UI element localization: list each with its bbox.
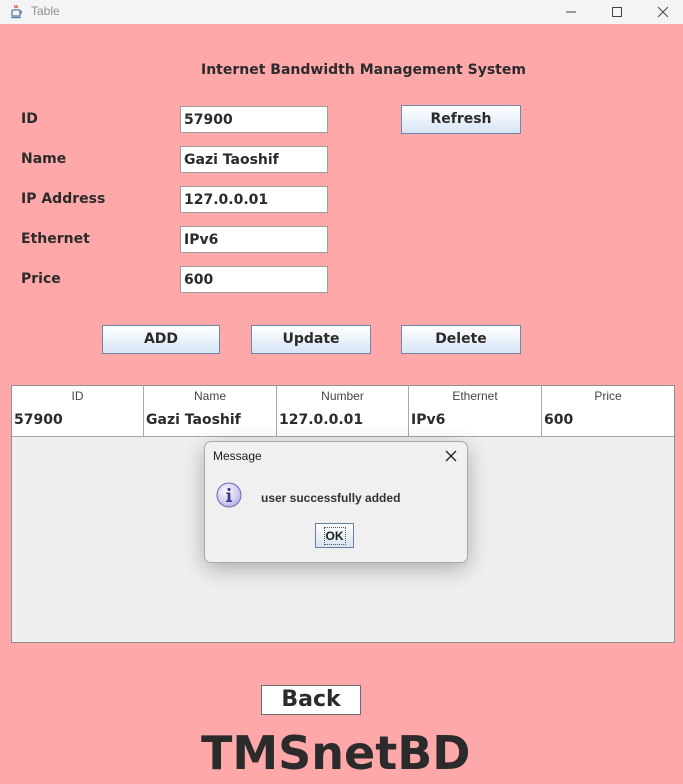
price-label: Price [21, 271, 61, 287]
table-cell: 57900 [12, 406, 144, 436]
ok-button[interactable]: OK [315, 523, 354, 548]
add-button[interactable]: ADD [102, 325, 220, 354]
column-header-price[interactable]: Price [542, 386, 674, 406]
minimize-icon [566, 11, 576, 13]
maximize-icon [612, 7, 622, 17]
delete-button[interactable]: Delete [401, 325, 521, 354]
close-button[interactable] [640, 0, 683, 24]
close-icon [657, 6, 669, 18]
window-titlebar: Table [0, 0, 683, 24]
ip-address-label: IP Address [21, 191, 106, 207]
ip-address-field[interactable]: 127.0.0.01 [180, 186, 328, 213]
name-label: Name [21, 151, 67, 167]
table-cell: Gazi Taoshif [144, 406, 277, 436]
ethernet-label: Ethernet [21, 231, 90, 247]
message-dialog: Message user successfully added OK [204, 441, 468, 563]
maximize-button[interactable] [594, 0, 640, 24]
close-icon[interactable] [443, 448, 459, 464]
window-title: Table [31, 4, 60, 18]
brand-logo-text: TMSnetBD [201, 726, 471, 780]
table-cell: 127.0.0.01 [277, 406, 409, 436]
id-field[interactable]: 57900 [180, 106, 328, 133]
table-header: ID Name Number Ethernet Price [12, 386, 674, 407]
table-cell: 600 [544, 412, 574, 428]
back-button[interactable]: Back [261, 685, 361, 715]
dialog-message: user successfully added [261, 491, 401, 505]
price-field[interactable]: 600 [180, 266, 328, 293]
ok-label: OK [323, 527, 346, 545]
table-row[interactable]: 57900 Gazi Taoshif 127.0.0.01 IPv6 600 [12, 406, 674, 437]
column-header-number[interactable]: Number [277, 386, 409, 406]
id-label: ID [21, 111, 38, 127]
update-button[interactable]: Update [251, 325, 371, 354]
table-cell: IPv6 [409, 406, 542, 436]
java-cup-icon [11, 4, 23, 19]
minimize-button[interactable] [548, 0, 594, 24]
name-field[interactable]: Gazi Taoshif [180, 146, 328, 173]
column-header-ethernet[interactable]: Ethernet [409, 386, 542, 406]
column-header-id[interactable]: ID [12, 386, 144, 406]
refresh-button[interactable]: Refresh [401, 105, 521, 134]
page-heading: Internet Bandwidth Management System [201, 62, 526, 78]
column-header-name[interactable]: Name [144, 386, 277, 406]
info-icon [216, 482, 242, 508]
dialog-title: Message [213, 449, 262, 463]
ethernet-field[interactable]: IPv6 [180, 226, 328, 253]
